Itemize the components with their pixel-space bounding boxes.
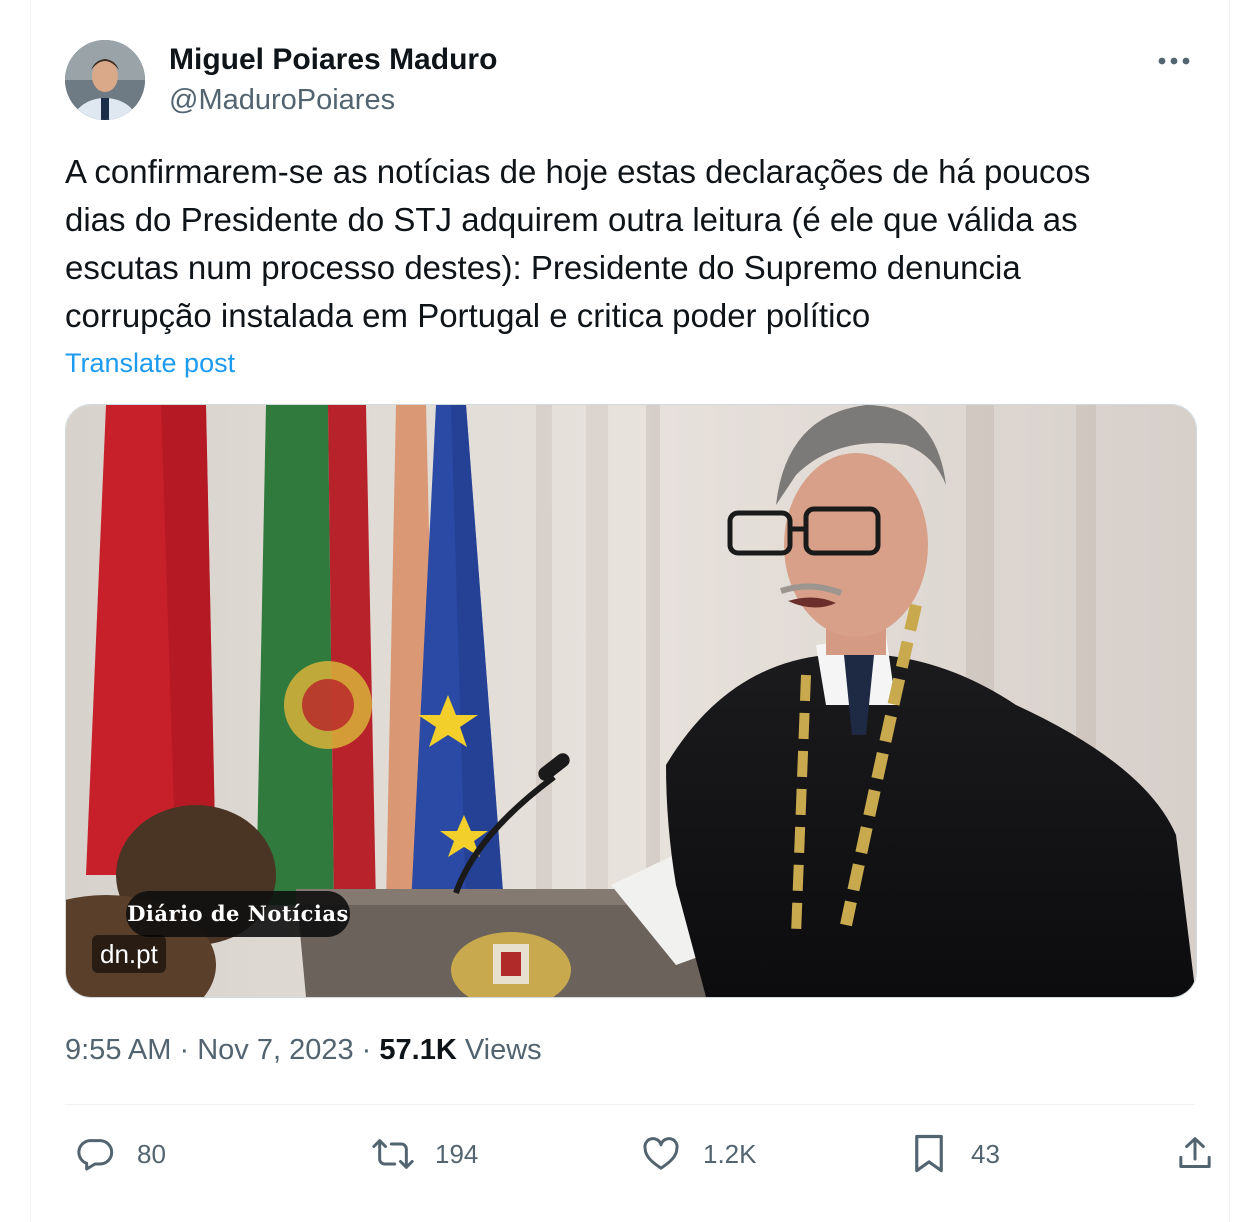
divider bbox=[65, 1104, 1195, 1105]
post-meta: 9:55 AM · Nov 7, 2023 · 57.1K Views bbox=[65, 1030, 542, 1070]
like-count: 1.2K bbox=[703, 1138, 757, 1169]
repost-button[interactable]: 194 bbox=[371, 1124, 478, 1184]
more-dots-icon bbox=[1157, 53, 1191, 71]
repost-icon bbox=[371, 1132, 415, 1176]
reply-button[interactable]: 80 bbox=[73, 1124, 166, 1184]
repost-count: 194 bbox=[435, 1138, 479, 1169]
meta-separator: · bbox=[361, 1034, 372, 1066]
link-source-label: dn.pt bbox=[92, 935, 166, 973]
more-options-button[interactable] bbox=[1149, 44, 1199, 80]
like-button[interactable]: 1.2K bbox=[639, 1124, 757, 1184]
reply-count: 80 bbox=[137, 1138, 166, 1169]
bookmark-count: 43 bbox=[971, 1138, 1000, 1169]
masthead-badge: Diário de Notícias bbox=[126, 891, 350, 937]
views-count[interactable]: 57.1K bbox=[379, 1034, 456, 1066]
reply-bubble-icon bbox=[73, 1132, 117, 1176]
post-time[interactable]: 9:55 AM bbox=[65, 1034, 171, 1066]
share-icon bbox=[1173, 1132, 1217, 1176]
author-handle[interactable]: @MaduroPoiares bbox=[169, 80, 395, 120]
meta-separator: · bbox=[179, 1034, 190, 1066]
link-card-image[interactable]: Diário de Notícias dn.pt bbox=[65, 404, 1197, 998]
views-label: Views bbox=[464, 1034, 542, 1066]
bookmark-button[interactable]: 43 bbox=[907, 1124, 1000, 1184]
action-bar: 80 194 1.2K 43 bbox=[65, 1124, 1211, 1184]
tweet-text: A confirmarem-se as notícias de hoje est… bbox=[65, 153, 1091, 334]
author-name[interactable]: Miguel Poiares Maduro bbox=[169, 40, 497, 80]
translate-post-link[interactable]: Translate post bbox=[65, 344, 235, 382]
heart-icon bbox=[639, 1132, 683, 1176]
share-button[interactable] bbox=[1173, 1124, 1217, 1184]
avatar[interactable] bbox=[65, 40, 145, 120]
bookmark-icon bbox=[907, 1132, 951, 1176]
post-date[interactable]: Nov 7, 2023 bbox=[197, 1034, 353, 1066]
tweet-card: Miguel Poiares Maduro @MaduroPoiares A c… bbox=[30, 0, 1230, 1222]
